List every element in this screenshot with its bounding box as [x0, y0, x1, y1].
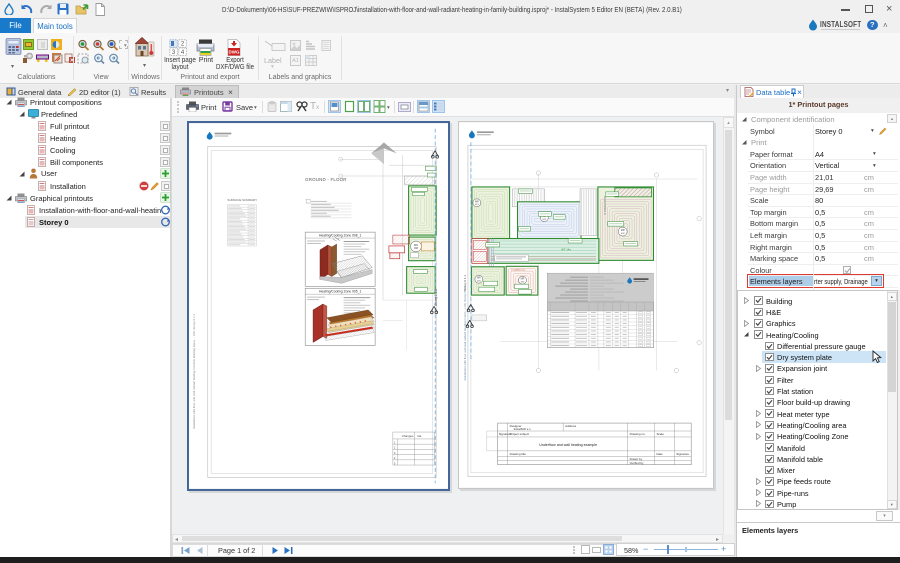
- svg-text:MR: MR: [521, 278, 525, 281]
- svg-text:Verified by: Verified by: [630, 461, 644, 465]
- svg-text:DWG: DWG: [229, 50, 240, 55]
- svg-text:SURFACE SUMMARY: SURFACE SUMMARY: [227, 198, 257, 202]
- svg-text:Storey 0 2.1: Storey 0 2.1: [434, 289, 438, 306]
- svg-text:Drawing title: Drawing title: [510, 452, 527, 456]
- svg-text:Scale: Scale: [656, 432, 664, 436]
- svg-text:GROUND - FLOOR: GROUND - FLOOR: [305, 177, 347, 182]
- svg-text:008: 008: [414, 247, 419, 250]
- svg-text:Heating/Cooling Zone 005_1: Heating/Cooling Zone 005_1: [319, 290, 362, 294]
- svg-text:6 CORRIDOR: 6 CORRIDOR: [603, 196, 607, 215]
- svg-text:MR: MR: [477, 277, 481, 280]
- svg-text:Project subject: Project subject: [510, 432, 530, 436]
- svg-text:Date: Date: [656, 452, 663, 456]
- svg-text:Underfloor and wall heating ex: Underfloor and wall heating example: [539, 443, 597, 447]
- svg-text:Address: Address: [565, 424, 576, 428]
- svg-text:WT 14a: WT 14a: [561, 247, 571, 251]
- svg-text:Da: Da: [417, 434, 421, 438]
- svg-text:Heating/Cooling Zone 008_1: Heating/Cooling Zone 008_1: [319, 234, 362, 238]
- svg-text:Installation with floor and wa: Installation with floor and wall radiant…: [463, 285, 467, 380]
- svg-text:Drawing no.: Drawing no.: [630, 432, 646, 436]
- svg-text:1 Cold/Hot inst.: 1 Cold/Hot inst.: [511, 268, 526, 271]
- svg-text:Signature: Signature: [676, 452, 689, 456]
- svg-text:Changes: Changes: [402, 434, 414, 438]
- svg-text:MR: MR: [621, 229, 625, 232]
- svg-text:Installation with floor and wa: Installation with floor and wall radiant…: [192, 313, 196, 429]
- svg-text:InstalSoft s.c.: InstalSoft s.c.: [514, 427, 532, 431]
- svg-text:MR: MR: [475, 200, 479, 203]
